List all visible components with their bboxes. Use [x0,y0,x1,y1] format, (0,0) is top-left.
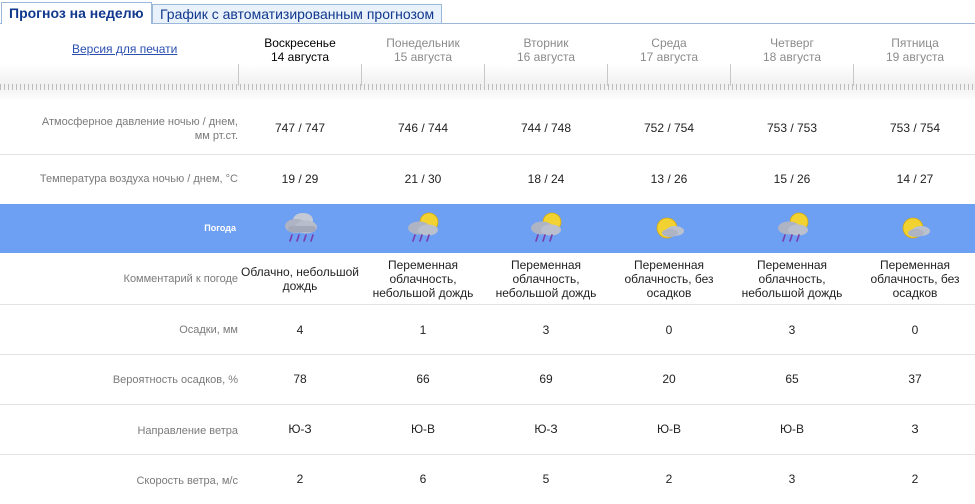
tab-bar: Прогноз на неделю График с автоматизиров… [0,0,975,24]
pressure-row: Атмосферное давление ночью / днем, мм рт… [0,103,975,155]
wind-speed-row: Скорость ветра, м/с 2 6 5 2 3 2 [0,455,975,504]
probability-value: 66 [416,372,430,386]
comment-value: Переменная облачность, без осадков [624,258,714,300]
precipitation-value: 0 [665,323,673,337]
day-weekday: Понедельник [386,36,460,50]
precipitation-row: Осадки, мм 4 1 3 0 3 0 [0,305,975,355]
comment-value: Переменная облачность, небольшой дождь [372,258,474,300]
row-label-line: мм рт.ст. [194,130,238,142]
ruler-divider [853,64,854,86]
row-label: Вероятность осадков, % [112,374,238,386]
wind-speed-value: 3 [788,472,796,486]
timeline-ruler [0,64,975,102]
ruler-divider [607,64,608,86]
tab-automated-chart[interactable]: График с автоматизированным прогнозом [152,4,442,23]
temperature-value: 15 / 26 [773,172,811,186]
temperature-value: 13 / 26 [650,172,688,186]
wind-direction-value: З [911,422,919,436]
probability-value: 37 [908,372,922,386]
wind-direction-value: Ю-З [288,422,312,436]
ruler-divider [730,64,731,86]
probability-value: 69 [539,372,553,386]
pressure-value: 753 / 754 [889,121,941,135]
wind-direction-value: Ю-В [656,422,682,436]
row-label: Осадки, мм [179,324,238,336]
probability-value: 20 [662,372,676,386]
ruler-divider [361,64,362,86]
pressure-value: 752 / 754 [643,121,695,135]
day-header: Понедельник 15 августа [361,36,485,64]
precipitation-value: 3 [542,323,550,337]
precipitation-value: 0 [911,323,919,337]
probability-value: 65 [785,372,799,386]
wind-direction-value: Ю-В [410,422,436,436]
day-date: 18 августа [762,50,821,64]
day-header: Пятница 19 августа [853,36,975,64]
comment-value: Переменная облачность, без осадков [870,258,960,300]
sun-cloud-rain-icon [526,210,566,248]
row-label: Скорость ветра, м/с [136,475,238,487]
day-weekday: Пятница [891,36,939,50]
probability-row: Вероятность осадков, % 78 66 69 20 65 37 [0,355,975,405]
day-header: Четверг 18 августа [730,36,854,64]
sun-cloud-icon [650,210,690,248]
pressure-value: 747 / 747 [274,121,326,135]
ruler-divider [238,64,239,86]
wind-direction-value: Ю-В [779,422,805,436]
row-label: Направление ветра [137,425,238,437]
row-label: Погода [204,223,236,233]
cloud-rain-icon [280,210,320,248]
row-label: Атмосферное давление ночью / днем, мм рт… [0,115,238,143]
temperature-value: 14 / 27 [896,172,934,186]
wind-speed-value: 5 [542,472,550,486]
day-date: 14 августа [270,50,329,64]
precipitation-value: 4 [296,323,304,337]
wind-direction-row: Направление ветра Ю-З Ю-В Ю-З Ю-В Ю-В З [0,405,975,455]
temperature-row: Температура воздуха ночью / днем, °С 19 … [0,155,975,204]
tab-weekly-forecast[interactable]: Прогноз на неделю [1,2,152,24]
day-date: 19 августа [885,50,944,64]
wind-speed-value: 2 [911,472,919,486]
day-date: 17 августа [639,50,698,64]
sun-cloud-rain-icon [773,210,813,248]
comment-value: Переменная облачность, небольшой дождь [741,258,843,300]
probability-value: 78 [293,372,307,386]
comment-value: Облачно, небольшой дождь [240,265,359,293]
day-header: Среда 17 августа [607,36,731,64]
precipitation-value: 3 [788,323,796,337]
day-date: 15 августа [393,50,452,64]
pressure-value: 746 / 744 [397,121,449,135]
day-weekday: Вторник [523,36,569,50]
day-weekday: Воскресенье [264,36,336,50]
wind-speed-value: 2 [296,472,304,486]
wind-direction-value: Ю-З [534,422,558,436]
temperature-value: 18 / 24 [527,172,565,186]
day-header: Воскресенье 14 августа [238,36,362,64]
ruler-divider [484,64,485,86]
comment-row: Комментарий к погоде Облачно, небольшой … [0,253,975,305]
row-label-line: Атмосферное давление ночью / днем, [41,116,238,128]
precipitation-value: 1 [419,323,427,337]
pressure-value: 744 / 748 [520,121,572,135]
print-version-link[interactable]: Версия для печати [72,42,177,56]
weather-row: Погода [0,204,975,253]
comment-value: Переменная облачность, небольшой дождь [495,258,597,300]
row-label: Комментарий к погоде [123,273,238,285]
temperature-value: 19 / 29 [281,172,319,186]
wind-speed-value: 2 [665,472,673,486]
day-weekday: Среда [651,36,687,50]
temperature-value: 21 / 30 [404,172,442,186]
day-header: Вторник 16 августа [484,36,608,64]
day-date: 16 августа [516,50,575,64]
sun-cloud-icon [896,210,936,248]
wind-speed-value: 6 [419,472,427,486]
row-label: Температура воздуха ночью / днем, °С [39,173,238,185]
sun-cloud-rain-icon [403,210,443,248]
pressure-value: 753 / 753 [766,121,818,135]
day-weekday: Четверг [770,36,814,50]
